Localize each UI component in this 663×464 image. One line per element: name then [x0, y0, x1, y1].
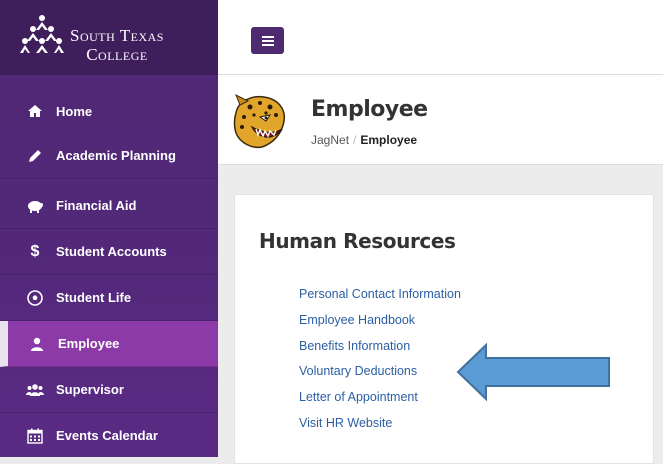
sidebar-item-financial-aid[interactable]: Financial Aid: [0, 183, 218, 229]
college-logo-icon: [20, 15, 64, 53]
jaguar-mascot-icon: [233, 93, 286, 149]
breadcrumb: JagNet / Employee: [311, 133, 417, 147]
card-title: Human Resources: [259, 229, 456, 253]
list-item: Visit HR Website: [299, 414, 461, 440]
link-visit-hr-website[interactable]: Visit HR Website: [299, 416, 392, 430]
sidebar-item-label: Supervisor: [56, 382, 124, 397]
list-item: Letter of Appointment: [299, 388, 461, 414]
sidebar-item-label: Student Life: [56, 290, 132, 305]
sidebar-item-label: Financial Aid: [56, 198, 137, 213]
link-personal-contact-information[interactable]: Personal Contact Information: [299, 287, 461, 301]
sidebar-item-label: Home: [56, 103, 93, 119]
sidebar-item-student-accounts[interactable]: $ Student Accounts: [0, 229, 218, 275]
sidebar-item-events-calendar[interactable]: Events Calendar: [0, 413, 218, 457]
hr-links-list: Personal Contact Information Employee Ha…: [299, 285, 461, 440]
link-benefits-information[interactable]: Benefits Information: [299, 339, 410, 353]
calendar-icon: [26, 428, 44, 444]
college-name-line1: South Texas: [70, 26, 164, 45]
sidebar-item-employee[interactable]: Employee: [0, 321, 218, 367]
list-item: Personal Contact Information: [299, 285, 461, 311]
pencil-icon: [26, 148, 44, 164]
link-letter-of-appointment[interactable]: Letter of Appointment: [299, 390, 418, 404]
link-employee-handbook[interactable]: Employee Handbook: [299, 313, 415, 327]
list-item: Benefits Information: [299, 337, 461, 363]
sidebar-item-label: Academic Planning: [56, 148, 176, 163]
logo[interactable]: South Texas College: [0, 0, 218, 75]
sidebar-item-home[interactable]: Home: [0, 88, 218, 134]
sidebar-item-label: Events Calendar: [56, 428, 158, 443]
college-name: South Texas College: [70, 26, 164, 64]
sidebar-item-supervisor[interactable]: Supervisor: [0, 367, 218, 413]
sidebar: South Texas College Home Academic Planni…: [0, 0, 218, 457]
menu-toggle-button[interactable]: [251, 27, 284, 54]
sidebar-item-student-life[interactable]: Student Life: [0, 275, 218, 321]
sidebar-item-label: Employee: [58, 336, 120, 351]
breadcrumb-root[interactable]: JagNet: [311, 133, 349, 147]
list-item: Employee Handbook: [299, 311, 461, 337]
users-icon: [26, 382, 44, 398]
link-voluntary-deductions[interactable]: Voluntary Deductions: [299, 364, 417, 378]
list-item: Voluntary Deductions: [299, 362, 461, 388]
breadcrumb-current: Employee: [360, 133, 418, 147]
human-resources-card: Human Resources Personal Contact Informa…: [234, 194, 654, 464]
piggy-bank-icon: [26, 198, 44, 214]
hamburger-icon: [261, 35, 274, 46]
user-icon: [28, 336, 46, 352]
top-bar: [218, 0, 663, 75]
sidebar-item-academic-planning[interactable]: Academic Planning: [0, 133, 218, 179]
sidebar-item-label: Student Accounts: [56, 244, 167, 259]
college-name-line2: College: [86, 45, 148, 64]
page-header: Employee JagNet / Employee: [218, 75, 663, 165]
page-title: Employee: [311, 97, 428, 122]
home-icon: [26, 103, 44, 119]
breadcrumb-separator: /: [353, 133, 357, 147]
dollar-icon: $: [30, 242, 40, 260]
soccer-ball-icon: [26, 289, 44, 306]
annotation-arrow-icon: [456, 343, 610, 401]
